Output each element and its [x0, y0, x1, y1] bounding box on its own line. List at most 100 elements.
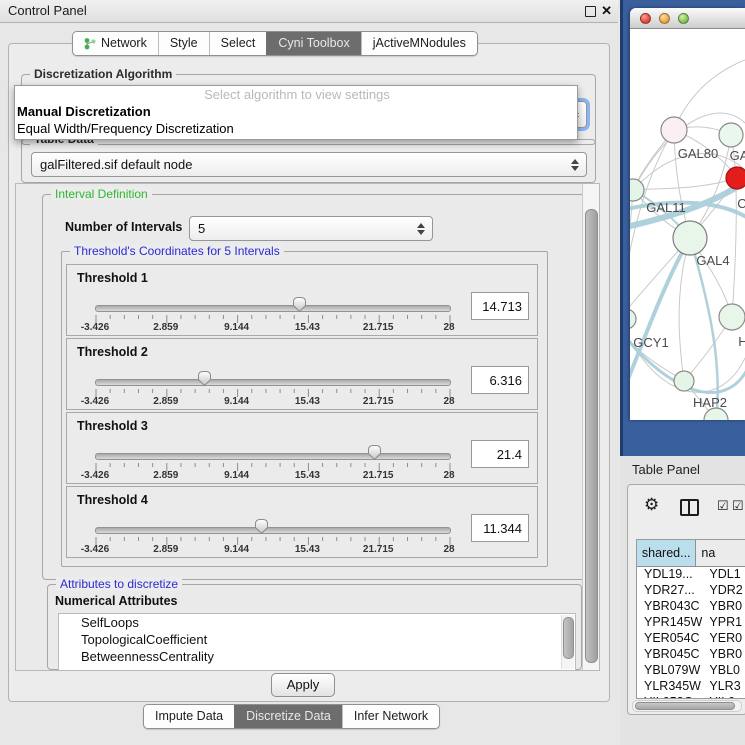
cell-name: YDL1: [704, 567, 745, 583]
network-node[interactable]: [719, 304, 745, 330]
close-icon[interactable]: ✕: [601, 3, 612, 19]
slider-tick-label: 28: [427, 544, 471, 555]
threshold-slider-thumb[interactable]: [197, 370, 212, 387]
table-row[interactable]: YBR045CYBR0: [637, 647, 745, 663]
traffic-light-minimize-icon[interactable]: [659, 13, 670, 24]
gear-icon[interactable]: ⚙: [644, 495, 659, 515]
network-nodes[interactable]: [630, 117, 745, 420]
network-node[interactable]: [630, 309, 636, 329]
node-attribute-table: shared...na YDL19...YDL1YDR27...YDR2YBR0…: [636, 539, 745, 699]
table-row[interactable]: YBL079WYBL0: [637, 663, 745, 679]
threshold-slider-thumb[interactable]: [367, 444, 382, 461]
cell-name: YPR1: [704, 615, 745, 631]
threshold-value-field[interactable]: 11.344: [471, 514, 529, 542]
table-row[interactable]: YLR345WYLR3: [637, 679, 745, 695]
tab-label: Cyni Toolbox: [278, 32, 349, 55]
threshold-slider-track[interactable]: [95, 453, 451, 460]
threshold-slider-thumb[interactable]: [254, 518, 269, 535]
cell-shared-name: YPR145W: [637, 615, 704, 631]
slider-tick-label: 9.144: [215, 396, 259, 407]
slider-tick-label: -3.426: [73, 396, 117, 407]
numerical-attributes-list[interactable]: SelfLoopsTopologicalCoefficientBetweenne…: [58, 613, 576, 671]
network-node[interactable]: [674, 371, 694, 391]
control-panel-title: Control Panel: [8, 3, 87, 18]
bottom-tab-label: Infer Network: [354, 705, 428, 728]
tab-label: Network: [101, 32, 147, 55]
attribute-item-betweennesscentrality[interactable]: BetweennessCentrality: [59, 648, 575, 665]
network-node[interactable]: [726, 167, 745, 189]
node-label: GAL80: [678, 146, 718, 161]
bottom-tab-infer-network[interactable]: Infer Network: [342, 705, 439, 728]
checkbox-icon[interactable]: ☑: [717, 498, 729, 514]
tab-jactivemnodules[interactable]: jActiveMNodules: [361, 32, 477, 55]
network-window-titlebar[interactable]: [630, 8, 745, 29]
table-row[interactable]: YDL19...YDL1: [637, 567, 745, 583]
column-header-shared[interactable]: shared...: [637, 540, 696, 566]
table-hscrollbar[interactable]: [632, 700, 742, 712]
dropdown-option-equal-width-frequency-discretization[interactable]: Equal Width/Frequency Discretization: [15, 120, 577, 137]
threshold-panel-4: Threshold 4-3.4262.8599.14415.4321.71528…: [66, 486, 538, 558]
node-label: H: [738, 334, 745, 349]
threshold-slider-track[interactable]: [95, 379, 451, 386]
attributes-group: Attributes to discretize Numerical Attri…: [47, 584, 582, 670]
dropdown-option-manual-discretization[interactable]: Manual Discretization: [15, 103, 577, 120]
network-canvas[interactable]: GAL80GAGAL11CGAL4GCY1HHAP2: [630, 28, 745, 420]
traffic-light-zoom-icon[interactable]: [678, 13, 689, 24]
threshold-value-field[interactable]: 6.316: [471, 366, 529, 394]
cell-name: YBL0: [704, 663, 745, 679]
settings-scrollbar[interactable]: [582, 184, 600, 670]
threshold-value-field[interactable]: 14.713: [471, 292, 529, 320]
bottom-tab-impute-data[interactable]: Impute Data: [144, 705, 234, 728]
table-row[interactable]: YER054CYER0: [637, 631, 745, 647]
table-body: YDL19...YDL1YDR27...YDR2YBR043CYBR0YPR14…: [637, 567, 745, 699]
attributes-scrollbar-thumb[interactable]: [563, 617, 574, 659]
threshold-value-field[interactable]: 21.4: [471, 440, 529, 468]
threshold-panel-3: Threshold 3-3.4262.8599.14415.4321.71528…: [66, 412, 538, 484]
traffic-light-close-icon[interactable]: [640, 13, 651, 24]
bottom-tab-label: Discretize Data: [246, 705, 331, 728]
column-split-icon[interactable]: [680, 499, 699, 516]
combo-stepper-icon[interactable]: [571, 159, 579, 171]
threshold-slider-track[interactable]: [95, 527, 451, 534]
algorithm-dropdown-popup: Select algorithm to view settingsManual …: [14, 85, 578, 140]
combo-stepper-icon[interactable]: [417, 223, 425, 235]
slider-tick-label: 9.144: [215, 322, 259, 333]
float-window-icon[interactable]: [585, 6, 596, 17]
network-node[interactable]: [630, 179, 644, 201]
node-label: GA: [730, 148, 745, 163]
apply-button[interactable]: Apply: [271, 673, 335, 697]
network-node[interactable]: [719, 123, 743, 147]
threshold-slider-thumb[interactable]: [292, 296, 307, 313]
tab-cyni-toolbox[interactable]: Cyni Toolbox: [266, 32, 360, 55]
checkbox-icon[interactable]: ☑: [732, 498, 744, 514]
settings-scrollbar-thumb[interactable]: [585, 209, 598, 663]
table-row[interactable]: YIL052CYIL0: [637, 695, 745, 699]
table-row[interactable]: YPR145WYPR1: [637, 615, 745, 631]
bottom-tab-discretize-data[interactable]: Discretize Data: [234, 705, 342, 728]
tab-style[interactable]: Style: [158, 32, 209, 55]
table-data-select[interactable]: galFiltered.sif default node: [31, 152, 587, 177]
attribute-item-selfloops[interactable]: SelfLoops: [59, 614, 575, 631]
table-row[interactable]: YDR27...YDR2: [637, 583, 745, 599]
slider-tick-label: 21.715: [356, 544, 400, 555]
table-row[interactable]: YBR043CYBR0: [637, 599, 745, 615]
slider-tick-label: 28: [427, 396, 471, 407]
table-hscrollbar-thumb[interactable]: [635, 702, 735, 710]
node-label: HAP2: [693, 395, 727, 410]
tab-network[interactable]: Network: [73, 32, 158, 55]
num-intervals-select[interactable]: 5: [189, 216, 433, 241]
attribute-item-topologicalcoefficient[interactable]: TopologicalCoefficient: [59, 631, 575, 648]
thresholds-group: Threshold's Coordinates for 5 Intervals …: [61, 251, 548, 567]
tab-select[interactable]: Select: [209, 32, 267, 55]
cell-shared-name: YDR27...: [637, 583, 704, 599]
threshold-panel-2: Threshold 2-3.4262.8599.14415.4321.71528…: [66, 338, 538, 410]
column-header-na[interactable]: na: [696, 540, 745, 566]
network-node[interactable]: [661, 117, 687, 143]
slider-tick-label: 28: [427, 470, 471, 481]
slider-tick-label: 9.144: [215, 544, 259, 555]
threshold-slider-track[interactable]: [95, 305, 451, 312]
attributes-scrollbar[interactable]: [561, 615, 574, 669]
network-node[interactable]: [673, 221, 707, 255]
slider-tick-label: 15.43: [285, 544, 329, 555]
node-label: GAL11: [646, 200, 686, 215]
